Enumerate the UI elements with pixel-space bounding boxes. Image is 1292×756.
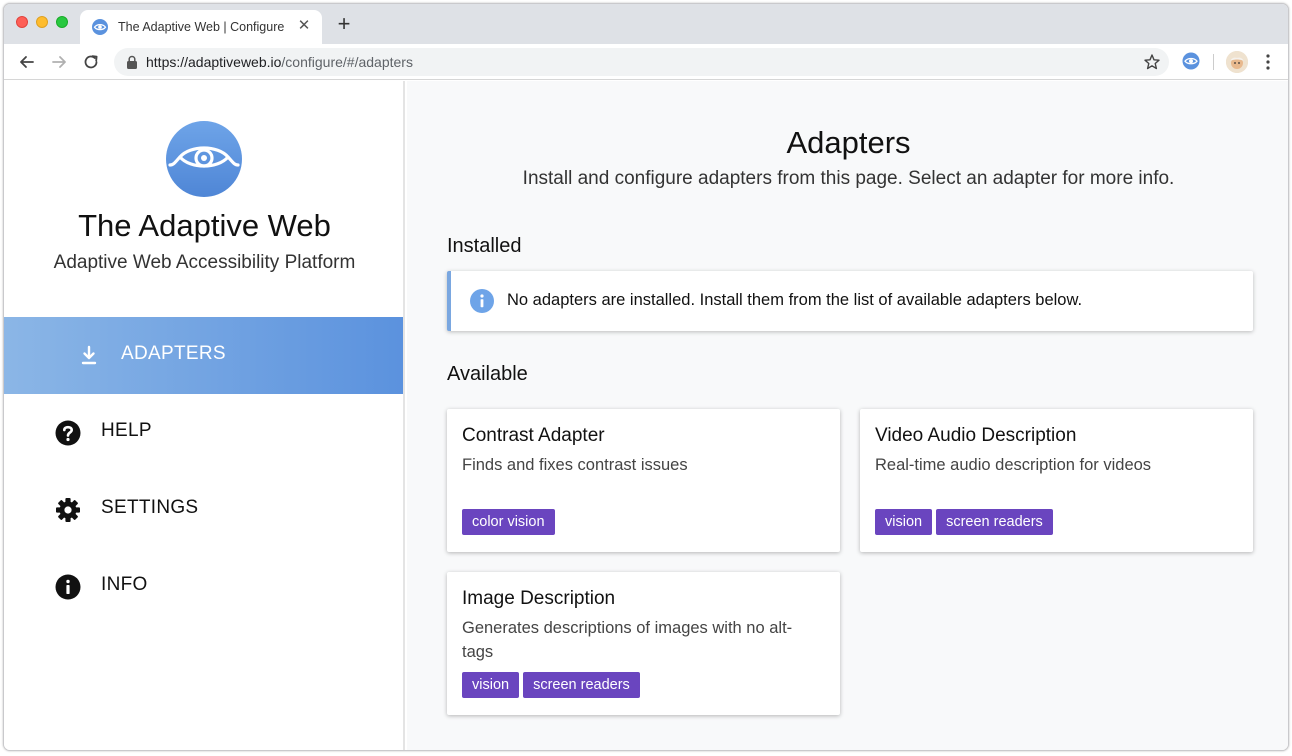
tab-close-icon[interactable]: ✕ — [296, 18, 312, 34]
tag-badge: vision — [875, 509, 933, 535]
installed-heading: Installed — [447, 235, 522, 257]
url-text: https://adaptiveweb.io/configure/#/adapt… — [146, 54, 413, 70]
sidebar: The Adaptive Web Adaptive Web Accessibil… — [4, 81, 405, 750]
eye-logo-icon — [92, 19, 108, 35]
page-title: Adapters — [786, 125, 911, 160]
adapter-card-image-description[interactable]: Image Description Generates descriptions… — [447, 572, 840, 715]
maximize-window-button[interactable] — [56, 16, 68, 28]
tag-list: vision screen readers — [462, 672, 640, 698]
help-circle-icon — [55, 420, 81, 446]
back-arrow-icon[interactable] — [16, 51, 38, 73]
adapter-description: Real-time audio description for videos — [875, 456, 1152, 474]
sidebar-item-label: ADAPTERS — [121, 343, 226, 364]
avatar-icon — [1226, 51, 1248, 73]
tab-title: The Adaptive Web | Configure — [118, 20, 285, 34]
new-tab-button[interactable]: + — [334, 13, 354, 35]
tag-badge: color vision — [462, 509, 555, 535]
eye-logo-icon — [166, 121, 242, 197]
sidebar-item-label: HELP — [101, 420, 152, 441]
tag-badge: vision — [462, 672, 520, 698]
sidebar-item-label: INFO — [101, 574, 148, 595]
url-domain: https://adaptiveweb.io — [146, 54, 282, 70]
bookmark-star-icon[interactable] — [1143, 53, 1161, 71]
no-adapters-alert: No adapters are installed. Install them … — [447, 271, 1253, 331]
sidebar-item-help[interactable]: HELP — [4, 394, 403, 471]
adapter-name: Video Audio Description — [875, 425, 1077, 446]
url-path: /configure/#/adapters — [281, 54, 413, 70]
adapter-name: Contrast Adapter — [462, 425, 605, 446]
sidebar-item-info[interactable]: INFO — [4, 548, 403, 625]
sidebar-item-adapters[interactable]: ADAPTERS — [4, 317, 403, 394]
adapter-name: Image Description — [462, 588, 616, 609]
adapter-description: Generates descriptions of images with no… — [462, 619, 793, 661]
brand-subtitle: Adaptive Web Accessibility Platform — [53, 252, 356, 273]
extension-eye-icon[interactable] — [1182, 52, 1200, 70]
brand-title: The Adaptive Web — [78, 208, 331, 243]
tag-list: vision screen readers — [875, 509, 1053, 535]
page-subtitle: Install and configure adapters from this… — [522, 168, 1175, 189]
adapter-card-contrast[interactable]: Contrast Adapter Finds and fixes contras… — [447, 409, 840, 552]
info-icon — [470, 289, 494, 313]
sidebar-item-label: SETTINGS — [101, 497, 199, 518]
adapter-card-video-audio[interactable]: Video Audio Description Real-time audio … — [860, 409, 1253, 552]
info-circle-icon — [55, 574, 81, 600]
download-icon — [81, 345, 97, 365]
lock-icon — [127, 55, 137, 69]
forward-arrow-icon[interactable] — [48, 51, 70, 73]
close-window-button[interactable] — [16, 16, 28, 28]
gear-icon — [56, 498, 80, 522]
browser-tab[interactable]: The Adaptive Web | Configure ✕ — [80, 10, 322, 44]
tab-strip: The Adaptive Web | Configure ✕ + — [4, 4, 1288, 44]
toolbar-divider — [1213, 54, 1214, 70]
page: The Adaptive Web Adaptive Web Accessibil… — [4, 81, 1288, 750]
minimize-window-button[interactable] — [36, 16, 48, 28]
more-vert-icon[interactable] — [1260, 52, 1276, 72]
profile-avatar[interactable] — [1226, 51, 1248, 73]
browser-window: The Adaptive Web | Configure ✕ + https:/… — [3, 3, 1289, 751]
address-bar[interactable]: https://adaptiveweb.io/configure/#/adapt… — [114, 48, 1169, 76]
sidebar-item-settings[interactable]: SETTINGS — [4, 471, 403, 548]
adapter-description: Finds and fixes contrast issues — [462, 456, 688, 474]
reload-icon[interactable] — [80, 51, 102, 73]
tag-list: color vision — [462, 509, 555, 535]
tag-badge: screen readers — [936, 509, 1053, 535]
alert-message: No adapters are installed. Install them … — [507, 291, 1083, 309]
main-content: Adapters Install and configure adapters … — [407, 81, 1288, 750]
available-heading: Available — [447, 363, 528, 385]
tag-badge: screen readers — [523, 672, 640, 698]
browser-toolbar: https://adaptiveweb.io/configure/#/adapt… — [4, 44, 1288, 80]
